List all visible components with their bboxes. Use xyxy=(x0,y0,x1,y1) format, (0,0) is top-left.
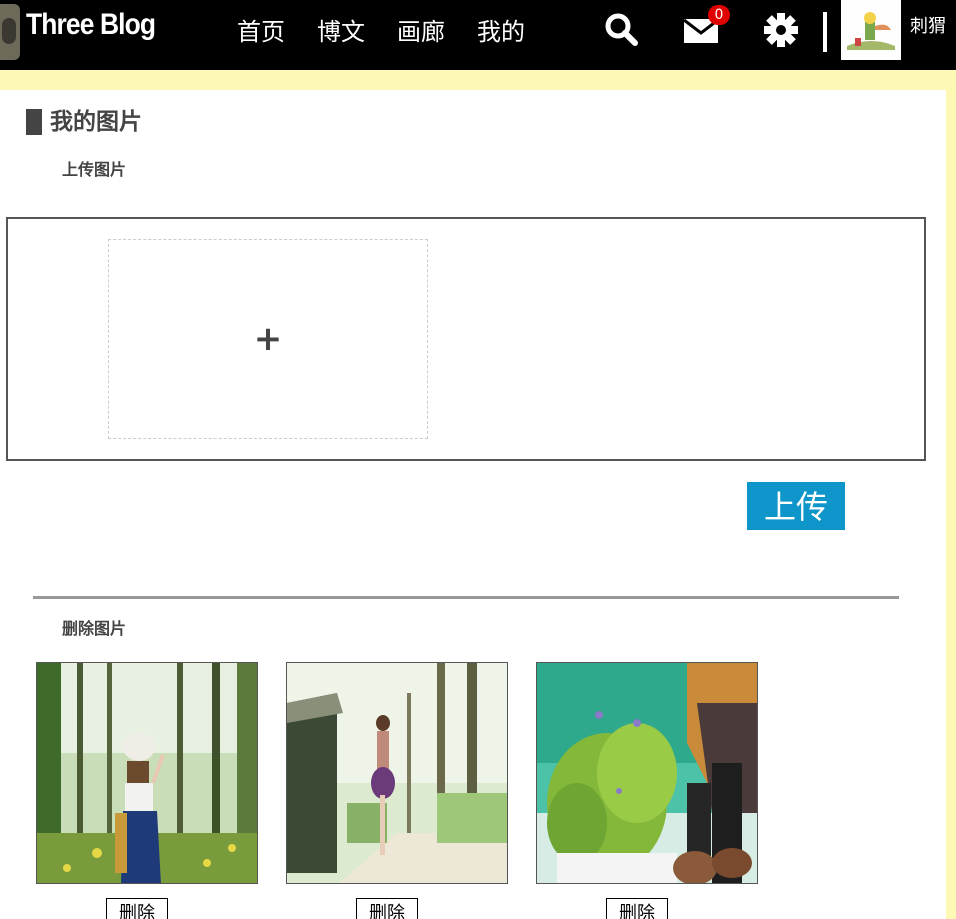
image-drop-area[interactable]: + xyxy=(108,239,428,439)
upload-section-label: 上传图片 xyxy=(62,160,127,179)
nav-posts[interactable]: 博文 xyxy=(317,12,365,47)
photo-thumbnail[interactable] xyxy=(36,662,258,884)
search-icon[interactable] xyxy=(602,10,642,50)
top-bar: Three Blog 首页 博文 画廊 我的 0 刺猬 xyxy=(0,0,956,70)
brand-logo[interactable]: Three Blog xyxy=(26,8,156,42)
delete-photo-button[interactable]: 删除 xyxy=(106,898,168,919)
nav-home[interactable]: 首页 xyxy=(237,12,285,47)
add-image-plus-icon: + xyxy=(253,319,283,359)
nav-gallery[interactable]: 画廊 xyxy=(397,12,445,47)
username[interactable]: 刺猬 xyxy=(910,12,946,38)
nav-mine[interactable]: 我的 xyxy=(477,12,525,47)
mail-count-badge: 0 xyxy=(708,5,730,25)
logo-camera-icon xyxy=(0,4,20,60)
gear-icon[interactable] xyxy=(762,10,802,50)
header-divider xyxy=(823,12,827,52)
avatar[interactable] xyxy=(841,0,901,60)
delete-section-label: 删除图片 xyxy=(62,619,127,638)
upload-button[interactable]: 上传 xyxy=(747,482,845,530)
photo-thumbnail[interactable] xyxy=(536,662,758,884)
delete-photo-button[interactable]: 删除 xyxy=(356,898,418,919)
delete-photo-button[interactable]: 删除 xyxy=(606,898,668,919)
photo-thumbnail[interactable] xyxy=(286,662,508,884)
section-divider xyxy=(33,596,899,599)
page-title: 我的图片 xyxy=(26,108,142,136)
